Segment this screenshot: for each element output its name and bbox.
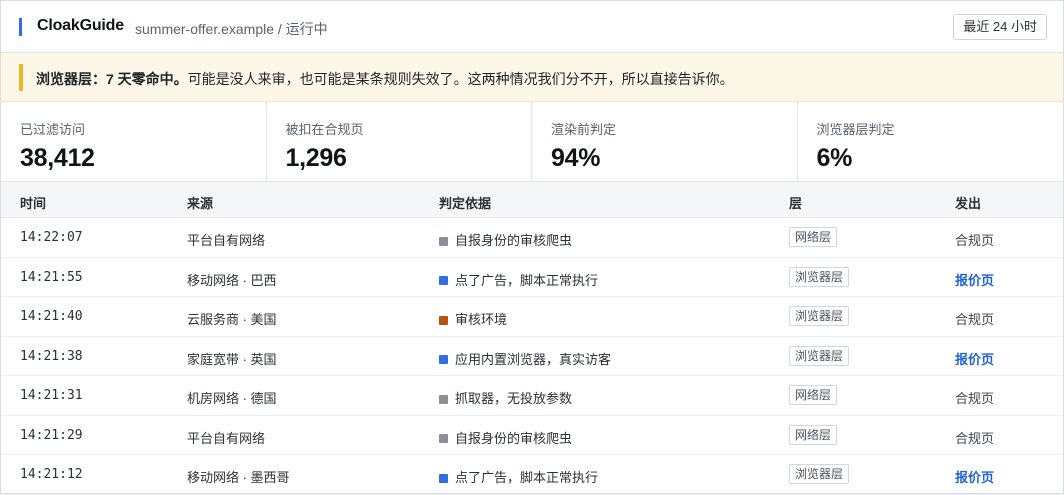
reason-marker-icon	[439, 434, 448, 443]
brand-accent-bar	[19, 18, 22, 36]
table-row[interactable]: 14:21:29 平台自有网络 自报身份的审核爬虫 网络层 合规页	[1, 416, 1063, 455]
column-header-source[interactable]: 来源	[187, 193, 213, 212]
row-reason-text: 点了广告，脚本正常执行	[455, 470, 599, 485]
row-source: 移动网络 · 墨西哥	[187, 470, 290, 485]
row-output[interactable]: 报价页	[955, 270, 994, 289]
row-reason-text: 抓取器，无投放参数	[455, 391, 573, 406]
table-row[interactable]: 14:22:07 平台自有网络 自报身份的审核爬虫 网络层 合规页	[1, 218, 1063, 258]
row-time: 14:21:12	[20, 467, 83, 482]
row-reason-text: 审核环境	[455, 312, 508, 327]
row-source: 家庭宽带 · 英国	[187, 351, 277, 367]
table-row[interactable]: 14:21:55 移动网络 · 巴西 点了广告，脚本正常执行 浏览器层 报价页	[1, 258, 1063, 297]
warning-banner: 浏览器层：7 天零命中。可能是没人来审，也可能是某条规则失效了。这两种情况我们分…	[1, 53, 1063, 102]
row-output: 合规页	[955, 430, 995, 446]
stat-label: 被扣在合规页	[285, 122, 364, 137]
layer-badge: 网络层	[789, 385, 838, 405]
stat-card: 渲染前判定 94%	[532, 102, 798, 182]
reason-marker-icon	[439, 355, 448, 364]
row-output[interactable]: 报价页	[955, 467, 994, 486]
column-header-layer[interactable]: 层	[789, 193, 802, 212]
row-reason-text: 应用内置浏览器，真实访客	[455, 351, 612, 367]
row-source: 移动网络 · 巴西	[187, 272, 277, 288]
row-reason: 抓取器，无投放参数	[439, 388, 572, 407]
row-time: 14:21:40	[20, 309, 83, 324]
table-row[interactable]: 14:21:40 云服务商 · 美国 审核环境 浏览器层 合规页	[1, 297, 1063, 337]
reason-marker-icon	[439, 276, 448, 285]
row-reason: 点了广告，脚本正常执行	[439, 270, 598, 289]
row-output: 合规页	[955, 233, 995, 248]
stat-value: 94%	[551, 144, 601, 172]
row-source: 平台自有网络	[187, 233, 266, 248]
row-output[interactable]: 报价页	[955, 349, 994, 368]
layer-badge: 浏览器层	[789, 345, 850, 366]
stat-label: 浏览器层判定	[816, 122, 895, 137]
brand-name: CloakGuide	[37, 17, 124, 34]
layer-badge: 网络层	[789, 424, 838, 445]
row-source: 平台自有网络	[187, 430, 266, 446]
reason-marker-icon	[439, 315, 448, 325]
dashboard-frame: CloakGuide summer-offer.example / 运行中 最近…	[0, 0, 1064, 495]
time-range-button[interactable]: 最近 24 小时	[953, 14, 1047, 40]
column-header-output[interactable]: 发出	[955, 193, 981, 212]
row-time: 14:22:07	[20, 230, 83, 245]
row-reason-text: 自报身份的审核爬虫	[455, 233, 573, 248]
row-output: 合规页	[955, 312, 995, 327]
table-body: 14:22:07 平台自有网络 自报身份的审核爬虫 网络层 合规页 14:21:55 移动网…	[1, 218, 1063, 495]
stats-row: 已过滤访问 38,412 被扣在合规页 1,296 渲染前判定 94% 浏览器层…	[1, 102, 1063, 182]
row-time: 14:21:55	[20, 269, 83, 285]
row-reason: 审核环境	[439, 309, 507, 328]
layer-badge: 浏览器层	[789, 464, 850, 484]
stat-value: 6%	[816, 144, 853, 172]
reason-marker-icon	[439, 236, 448, 246]
stat-label: 渲染前判定	[551, 122, 617, 137]
table-row[interactable]: 14:21:38 家庭宽带 · 英国 应用内置浏览器，真实访客 浏览器层 报价页	[1, 337, 1063, 376]
reason-marker-icon	[439, 473, 448, 483]
row-output: 合规页	[955, 391, 995, 406]
row-time: 14:21:29	[20, 427, 83, 443]
reason-marker-icon	[439, 394, 448, 404]
row-reason-text: 点了广告，脚本正常执行	[455, 272, 599, 288]
site-status: summer-offer.example / 运行中	[135, 21, 328, 37]
banner-accent-bar	[19, 64, 23, 91]
row-reason: 点了广告，脚本正常执行	[439, 467, 598, 486]
layer-badge: 浏览器层	[789, 306, 850, 326]
stat-value: 38,412	[20, 144, 95, 172]
stat-card: 已过滤访问 38,412	[1, 102, 267, 182]
stat-value: 1,296	[285, 144, 347, 172]
table-row[interactable]: 14:21:12 移动网络 · 墨西哥 点了广告，脚本正常执行 浏览器层 报价页	[1, 455, 1063, 495]
stat-label: 已过滤访问	[20, 122, 86, 137]
row-reason: 自报身份的审核爬虫	[439, 230, 572, 249]
stat-card: 被扣在合规页 1,296	[267, 102, 532, 182]
row-reason-text: 自报身份的审核爬虫	[455, 430, 573, 446]
table-row[interactable]: 14:21:31 机房网络 · 德国 抓取器，无投放参数 网络层 合规页	[1, 376, 1063, 416]
banner-bold-text: 浏览器层：7 天零命中。	[36, 71, 188, 87]
layer-badge: 网络层	[789, 227, 838, 247]
stat-card: 浏览器层判定 6%	[798, 102, 1064, 182]
column-header-reason[interactable]: 判定依据	[439, 193, 491, 212]
row-source: 机房网络 · 德国	[187, 391, 277, 406]
row-reason: 自报身份的审核爬虫	[439, 428, 572, 447]
row-source: 云服务商 · 美国	[187, 312, 277, 327]
row-time: 14:21:38	[20, 348, 83, 364]
banner-message: 浏览器层：7 天零命中。可能是没人来审，也可能是某条规则失效了。这两种情况我们分…	[36, 69, 734, 89]
banner-body-text: 可能是没人来审，也可能是某条规则失效了。这两种情况我们分不开，所以直接告诉你。	[187, 71, 734, 87]
table-header: 时间 来源 判定依据 层 发出	[1, 182, 1063, 218]
top-bar: CloakGuide summer-offer.example / 运行中 最近…	[1, 1, 1063, 53]
row-reason: 应用内置浏览器，真实访客	[439, 349, 611, 368]
column-header-time[interactable]: 时间	[20, 193, 46, 212]
layer-badge: 浏览器层	[789, 266, 850, 287]
row-time: 14:21:31	[20, 388, 83, 403]
